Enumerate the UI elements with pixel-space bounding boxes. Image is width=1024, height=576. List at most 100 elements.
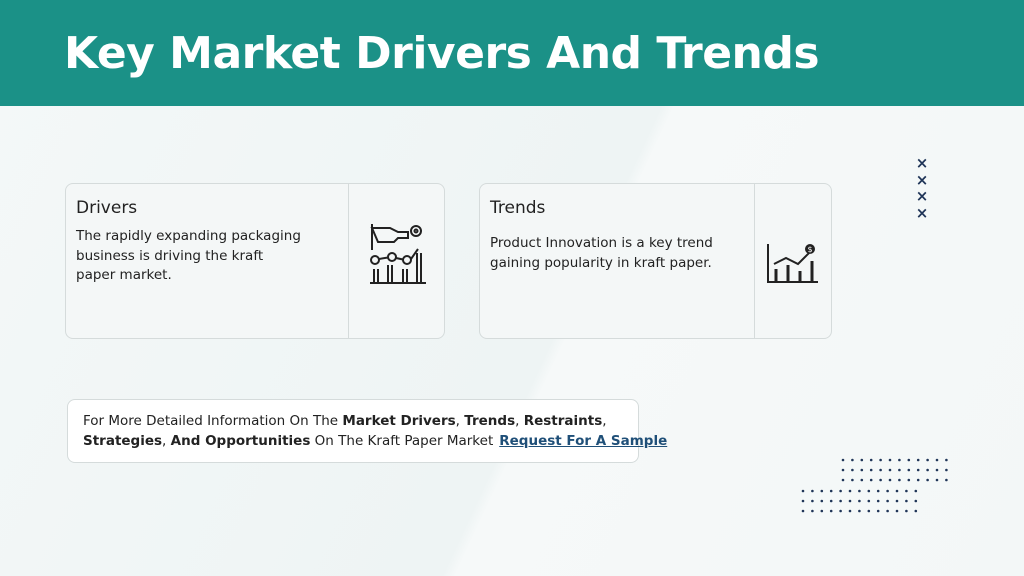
info-text: ,	[455, 413, 465, 429]
decor-dot	[926, 458, 929, 462]
decor-dot	[879, 468, 882, 472]
decor-dot	[848, 489, 852, 493]
decor-dot	[839, 509, 842, 513]
decor-dot	[839, 499, 842, 503]
decor-dot	[945, 478, 948, 482]
decor-dot	[811, 489, 814, 493]
decor-dot	[895, 489, 899, 493]
decor-dot	[886, 509, 889, 513]
decor-dot	[867, 489, 871, 493]
decor-dot	[895, 509, 899, 513]
decor-dot	[907, 468, 911, 472]
page-title: Key Market Drivers And Trends	[64, 28, 820, 79]
decor-dot	[860, 468, 864, 472]
decor-dot	[811, 499, 814, 503]
decor-dot	[820, 499, 824, 503]
trends-title: Trends	[490, 198, 546, 218]
decor-dot	[898, 458, 901, 462]
decor-dot	[820, 489, 824, 493]
decor-dot	[801, 489, 805, 493]
decor-dot-grid-left	[801, 489, 918, 513]
x-mark-icon: ×	[915, 187, 929, 205]
decor-dot	[820, 509, 824, 513]
decor-dot	[858, 499, 861, 503]
decor-dot	[888, 458, 892, 462]
decor-dot	[851, 458, 854, 462]
decor-dot	[860, 478, 864, 482]
decor-dot	[851, 478, 854, 482]
growth-hand-chart-icon	[370, 224, 426, 284]
decor-dot	[869, 478, 873, 482]
decor-dot	[914, 499, 918, 503]
decor-dot	[841, 468, 845, 472]
decor-dot	[858, 489, 861, 493]
drivers-text-line-2: business is driving the kraft	[76, 247, 264, 264]
decor-dot	[848, 509, 852, 513]
info-text: ,	[602, 413, 607, 429]
info-bold-strategies: Strategies	[83, 433, 163, 449]
decor-dot	[945, 468, 948, 472]
header-bar: Key Market Drivers And Trends	[0, 0, 1024, 106]
decor-dot	[905, 499, 908, 503]
decor-dot	[895, 499, 899, 503]
decor-dot	[876, 509, 880, 513]
decor-dot	[858, 509, 861, 513]
decor-dot	[829, 489, 833, 493]
info-bold-market-drivers: Market Drivers	[342, 413, 456, 429]
decor-dot	[905, 509, 908, 513]
info-box: For More Detailed Information On The Mar…	[67, 399, 667, 463]
decor-dot	[839, 489, 842, 493]
decor-dot	[860, 458, 864, 462]
trends-text-line-2: gaining popularity in kraft paper.	[490, 254, 712, 271]
decor-dot	[916, 468, 920, 472]
x-mark-icon: ×	[915, 203, 929, 222]
decor-dot	[898, 468, 901, 472]
decor-dot	[926, 468, 929, 472]
x-mark-icon: ×	[915, 170, 929, 189]
decor-dot	[869, 458, 873, 462]
decor-dot	[886, 489, 889, 493]
decor-dot	[811, 509, 814, 513]
decor-dot	[935, 478, 939, 482]
decor-dot	[935, 458, 939, 462]
decor-x-marks: × × × ×	[914, 155, 930, 221]
decor-dot	[886, 499, 889, 503]
decor-dot	[914, 509, 918, 513]
info-line-2: Strategies, And Opportunities On The Kra…	[83, 433, 667, 449]
decor-dot	[888, 478, 892, 482]
decor-dot	[879, 458, 882, 462]
decor-dot	[867, 509, 871, 513]
decor-dot	[848, 499, 852, 503]
decor-dot-grid-right	[841, 458, 948, 482]
decor-dot	[916, 458, 920, 462]
decor-dot	[851, 468, 854, 472]
drivers-text-line-3: paper market.	[76, 267, 172, 283]
decor-dot	[876, 499, 880, 503]
dollar-trend-chart-icon: $	[767, 244, 818, 283]
trends-card: Trends Product Innovation is a key trend…	[479, 183, 832, 339]
decor-dot	[926, 478, 929, 482]
decor-dot	[841, 478, 845, 482]
decor-dot	[914, 489, 918, 493]
decor-dot	[876, 489, 880, 493]
info-text: ,	[162, 433, 171, 449]
decor-dot	[935, 468, 939, 472]
decor-dot	[841, 458, 845, 462]
info-text: On The Kraft Paper Market	[310, 433, 494, 449]
decor-dot	[801, 509, 805, 513]
request-sample-link[interactable]: Request For A Sample	[499, 433, 667, 449]
drivers-title: Drivers	[76, 198, 138, 218]
decor-dot	[907, 458, 911, 462]
drivers-text-line-1: The rapidly expanding packaging	[76, 228, 301, 244]
info-line-1: For More Detailed Information On The Mar…	[83, 413, 607, 429]
drivers-divider	[348, 184, 349, 338]
trends-text-line-1: Product Innovation is a key trend	[490, 235, 713, 251]
decor-dot	[867, 499, 871, 503]
decor-dot	[916, 478, 920, 482]
decor-dot	[829, 509, 833, 513]
info-bold-restraints: Restraints	[523, 413, 603, 429]
drivers-card: Drivers The rapidly expanding packaging …	[65, 183, 445, 339]
decor-dot	[869, 468, 873, 472]
decor-dot	[801, 499, 805, 503]
info-text: ,	[515, 413, 524, 429]
